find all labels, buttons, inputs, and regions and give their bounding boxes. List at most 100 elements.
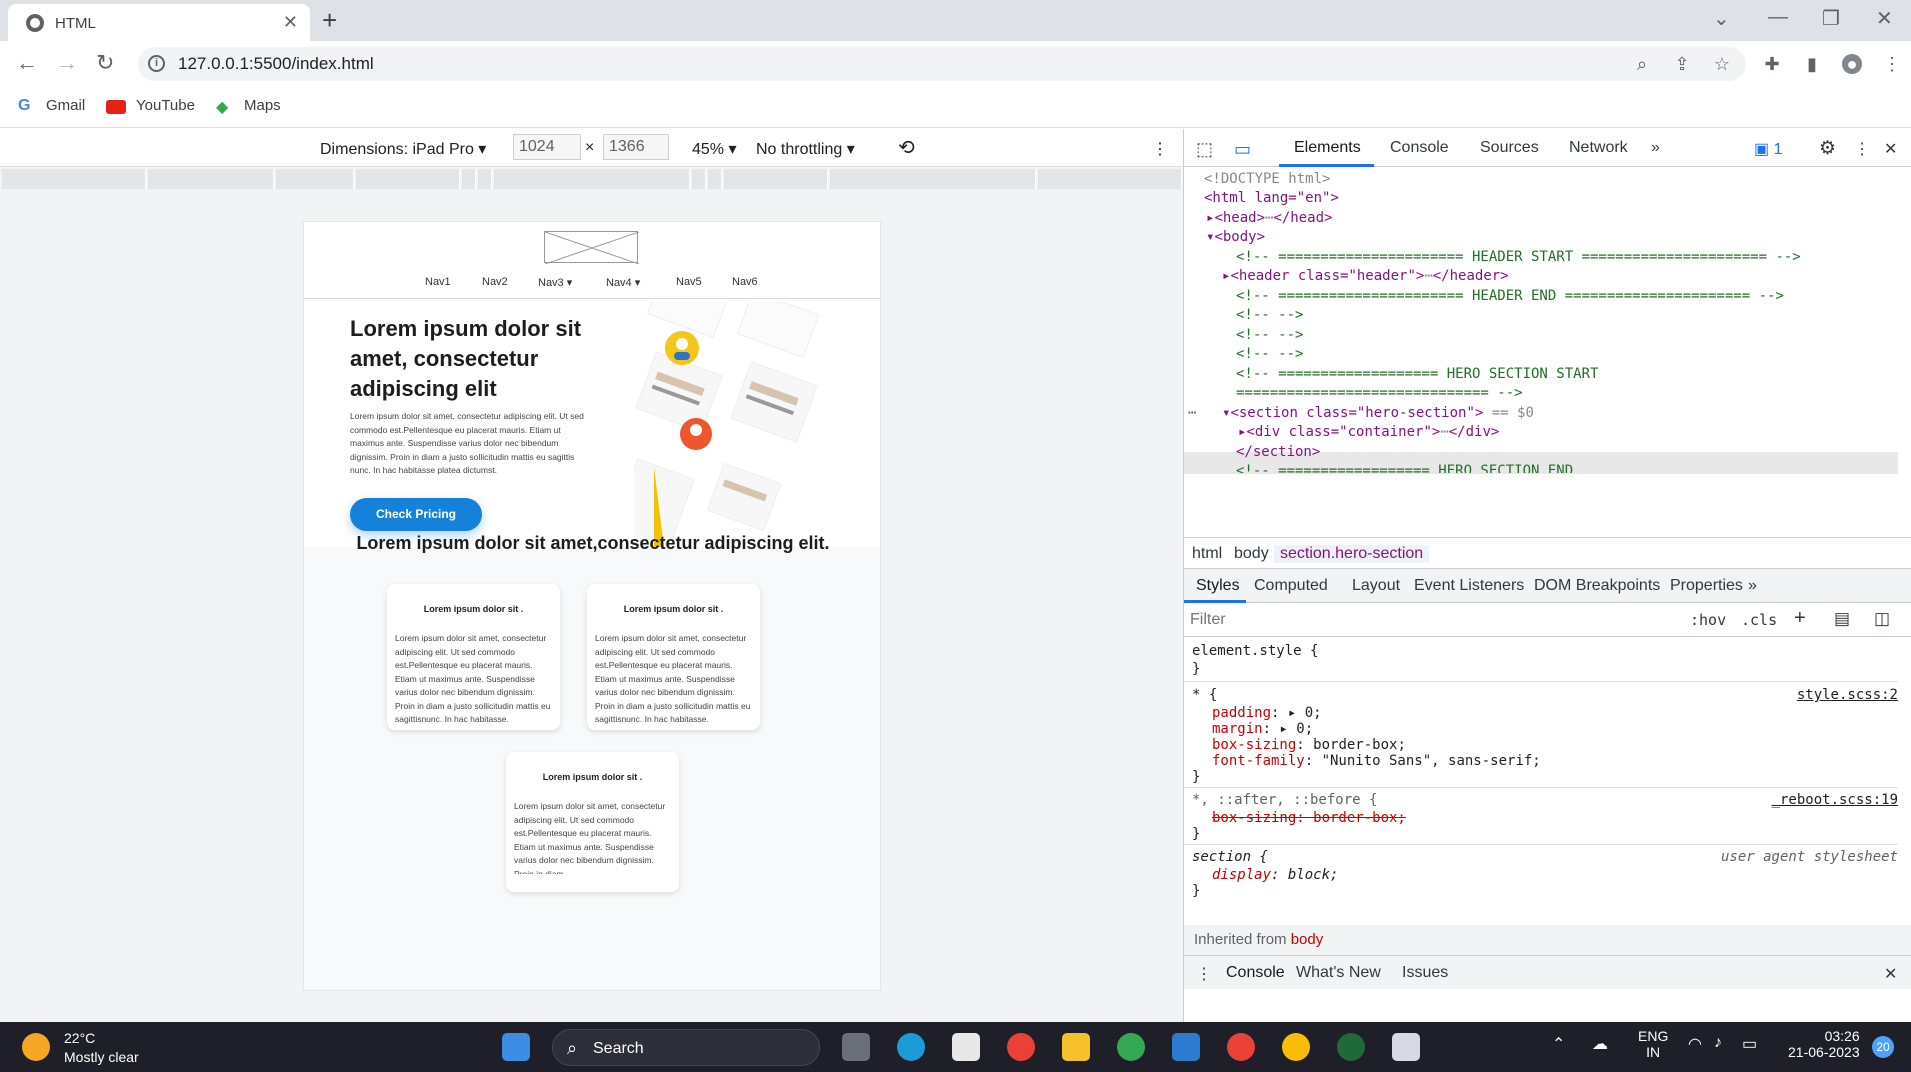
issues-badge[interactable]: ▣ 1 [1754, 139, 1782, 159]
wifi-icon[interactable]: ◠ [1688, 1034, 1702, 1054]
crumb-html[interactable]: html [1192, 545, 1222, 563]
logo-placeholder[interactable] [544, 231, 640, 265]
dom-comment[interactable]: ============================== --> [1236, 385, 1523, 401]
node-ellipsis-icon[interactable]: ⋯ [1188, 405, 1196, 421]
dom-doctype[interactable]: <!DOCTYPE html> [1204, 171, 1330, 187]
new-rule-icon[interactable]: + [1794, 607, 1806, 630]
dom-comment[interactable]: <!-- ====================== HEADER START… [1236, 249, 1801, 265]
browser-tab[interactable]: HTML ✕ [8, 4, 310, 41]
dom-comment[interactable]: <!-- ================== HERO SECTION END [1236, 463, 1573, 473]
windows-start-icon[interactable] [502, 1033, 530, 1061]
height-input[interactable]: 1366 [603, 134, 669, 160]
chrome-icon[interactable] [1007, 1033, 1035, 1061]
edge-icon[interactable] [897, 1033, 925, 1061]
address-bar[interactable]: i 127.0.0.1:5500/index.html [138, 47, 1746, 81]
tab-layout[interactable]: Layout [1352, 577, 1400, 595]
file-explorer-icon[interactable] [1062, 1033, 1090, 1061]
chrome-profile-icon[interactable] [1117, 1033, 1145, 1061]
star-rule-source[interactable]: style.scss:2 [1797, 687, 1898, 703]
restore-icon[interactable]: ❐ [1822, 6, 1840, 31]
paint-icon[interactable]: ▤ [1834, 609, 1850, 629]
nav-item-6[interactable]: Nav6 [732, 276, 758, 288]
weather-condition[interactable]: Mostly clear [64, 1049, 139, 1065]
font-family-decl[interactable]: font-family: "Nunito Sans", sans-serif; [1212, 753, 1541, 769]
bookmark-star-icon[interactable]: ☆ [1712, 54, 1732, 74]
profile-avatar-icon[interactable]: ● [1842, 54, 1862, 74]
hov-toggle[interactable]: :hov [1690, 611, 1726, 629]
star-rule-selector[interactable]: * { [1192, 687, 1217, 703]
share-icon[interactable]: ⇪ [1672, 54, 1692, 74]
site-info-icon[interactable]: i [148, 55, 165, 72]
rotate-icon[interactable]: ⟲ [898, 135, 915, 160]
close-tab-icon[interactable]: ✕ [283, 12, 298, 33]
crumb-body[interactable]: body [1234, 545, 1269, 563]
bookmark-youtube[interactable]: YouTube [136, 97, 195, 114]
device-more-icon[interactable]: ⋮ [1152, 139, 1168, 159]
battery-icon[interactable]: ▭ [1742, 1034, 1757, 1054]
media-query-bar[interactable] [0, 167, 1183, 191]
padding-decl[interactable]: padding: ▸ 0; [1212, 705, 1322, 721]
drawer-tab-whats-new[interactable]: What's New [1296, 964, 1381, 982]
bookmark-maps[interactable]: Maps [244, 97, 281, 114]
sidebar-toggle-icon[interactable]: ◫ [1874, 609, 1890, 629]
reload-icon[interactable]: ↻ [96, 50, 114, 76]
url-text[interactable]: 127.0.0.1:5500/index.html [178, 54, 374, 74]
tab-network[interactable]: Network [1569, 139, 1628, 157]
dom-head[interactable]: ▸<head>⋯</head> [1206, 210, 1332, 226]
dom-container[interactable]: ▸<div class="container">⋯</div> [1238, 424, 1499, 440]
margin-decl[interactable]: margin: ▸ 0; [1212, 721, 1313, 737]
tab-styles[interactable]: Styles [1196, 577, 1240, 595]
notification-badge[interactable]: 20 [1872, 1036, 1894, 1058]
devtools-more-icon[interactable]: ⋮ [1854, 139, 1870, 159]
dom-header[interactable]: ▸<header class="header">⋯</header> [1222, 268, 1509, 284]
dom-section-selected[interactable]: ▾<section class="hero-section"> == $0 [1222, 405, 1534, 421]
reboot-rule-selector[interactable]: *, ::after, ::before { [1192, 792, 1377, 808]
weather-moon-icon[interactable] [22, 1033, 50, 1061]
snipping-tool-icon[interactable] [1392, 1033, 1420, 1061]
nav-item-1[interactable]: Nav1 [425, 276, 451, 288]
drawer-tab-issues[interactable]: Issues [1402, 964, 1448, 982]
dom-comment[interactable]: <!-- --> [1236, 307, 1303, 323]
new-tab-icon[interactable]: + [322, 5, 337, 36]
onedrive-icon[interactable]: ☁ [1592, 1034, 1608, 1054]
dom-comment[interactable]: <!-- --> [1236, 327, 1303, 343]
dom-comment[interactable]: <!-- =================== HERO SECTION ST… [1236, 366, 1598, 382]
box-sizing-decl[interactable]: box-sizing: border-box; [1212, 737, 1406, 753]
device-toggle-icon[interactable]: ▭ [1234, 139, 1251, 160]
tab-properties[interactable]: Properties [1670, 577, 1743, 595]
nav-item-4[interactable]: Nav4 ▾ [606, 276, 640, 289]
crumb-section[interactable]: section.hero-section [1274, 545, 1430, 563]
side-panel-icon[interactable]: ▮ [1802, 54, 1822, 74]
menu-kebab-icon[interactable]: ⋮ [1882, 54, 1902, 74]
dom-comment[interactable]: <!-- ====================== HEADER END =… [1236, 288, 1784, 304]
zoom-select[interactable]: 45% ▾ [692, 139, 737, 159]
tab-computed[interactable]: Computed [1254, 577, 1328, 595]
check-pricing-button[interactable]: Check Pricing [350, 498, 482, 531]
drawer-tab-console[interactable]: Console [1226, 964, 1285, 982]
bookmark-gmail[interactable]: Gmail [46, 97, 85, 114]
window-close-icon[interactable]: ✕ [1876, 6, 1893, 31]
tab-event-listeners[interactable]: Event Listeners [1414, 577, 1524, 595]
vscode-icon[interactable] [1172, 1033, 1200, 1061]
clock[interactable]: 03:26 21-06-2023 [1788, 1028, 1860, 1060]
weather-temp[interactable]: 22°C [64, 1030, 95, 1046]
settings-gear-icon[interactable]: ⚙ [1819, 137, 1836, 160]
inherited-source[interactable]: body [1291, 931, 1324, 948]
tab-dom-breakpoints[interactable]: DOM Breakpoints [1534, 577, 1660, 595]
cls-toggle[interactable]: .cls [1741, 611, 1777, 629]
taskbar-search[interactable]: ⌕ Search [552, 1029, 820, 1066]
drawer-menu-icon[interactable]: ⋮ [1196, 964, 1212, 984]
more-tabs-icon[interactable]: » [1651, 139, 1660, 157]
back-icon[interactable]: ← [16, 50, 38, 76]
tray-overflow-icon[interactable]: ⌃ [1552, 1034, 1565, 1054]
chrome-profile-icon[interactable] [1282, 1033, 1310, 1061]
throttling-select[interactable]: No throttling ▾ [756, 139, 855, 159]
dom-section-close[interactable]: </section> [1236, 444, 1320, 460]
nav-item-3[interactable]: Nav3 ▾ [538, 276, 572, 289]
tab-search-icon[interactable]: ⌄ [1713, 6, 1730, 31]
tab-elements[interactable]: Elements [1294, 139, 1361, 157]
dom-comment[interactable]: <!-- --> [1236, 346, 1303, 362]
language-indicator[interactable]: ENG IN [1638, 1028, 1668, 1060]
nav-item-2[interactable]: Nav2 [482, 276, 508, 288]
display-decl[interactable]: display: block; [1212, 867, 1338, 883]
